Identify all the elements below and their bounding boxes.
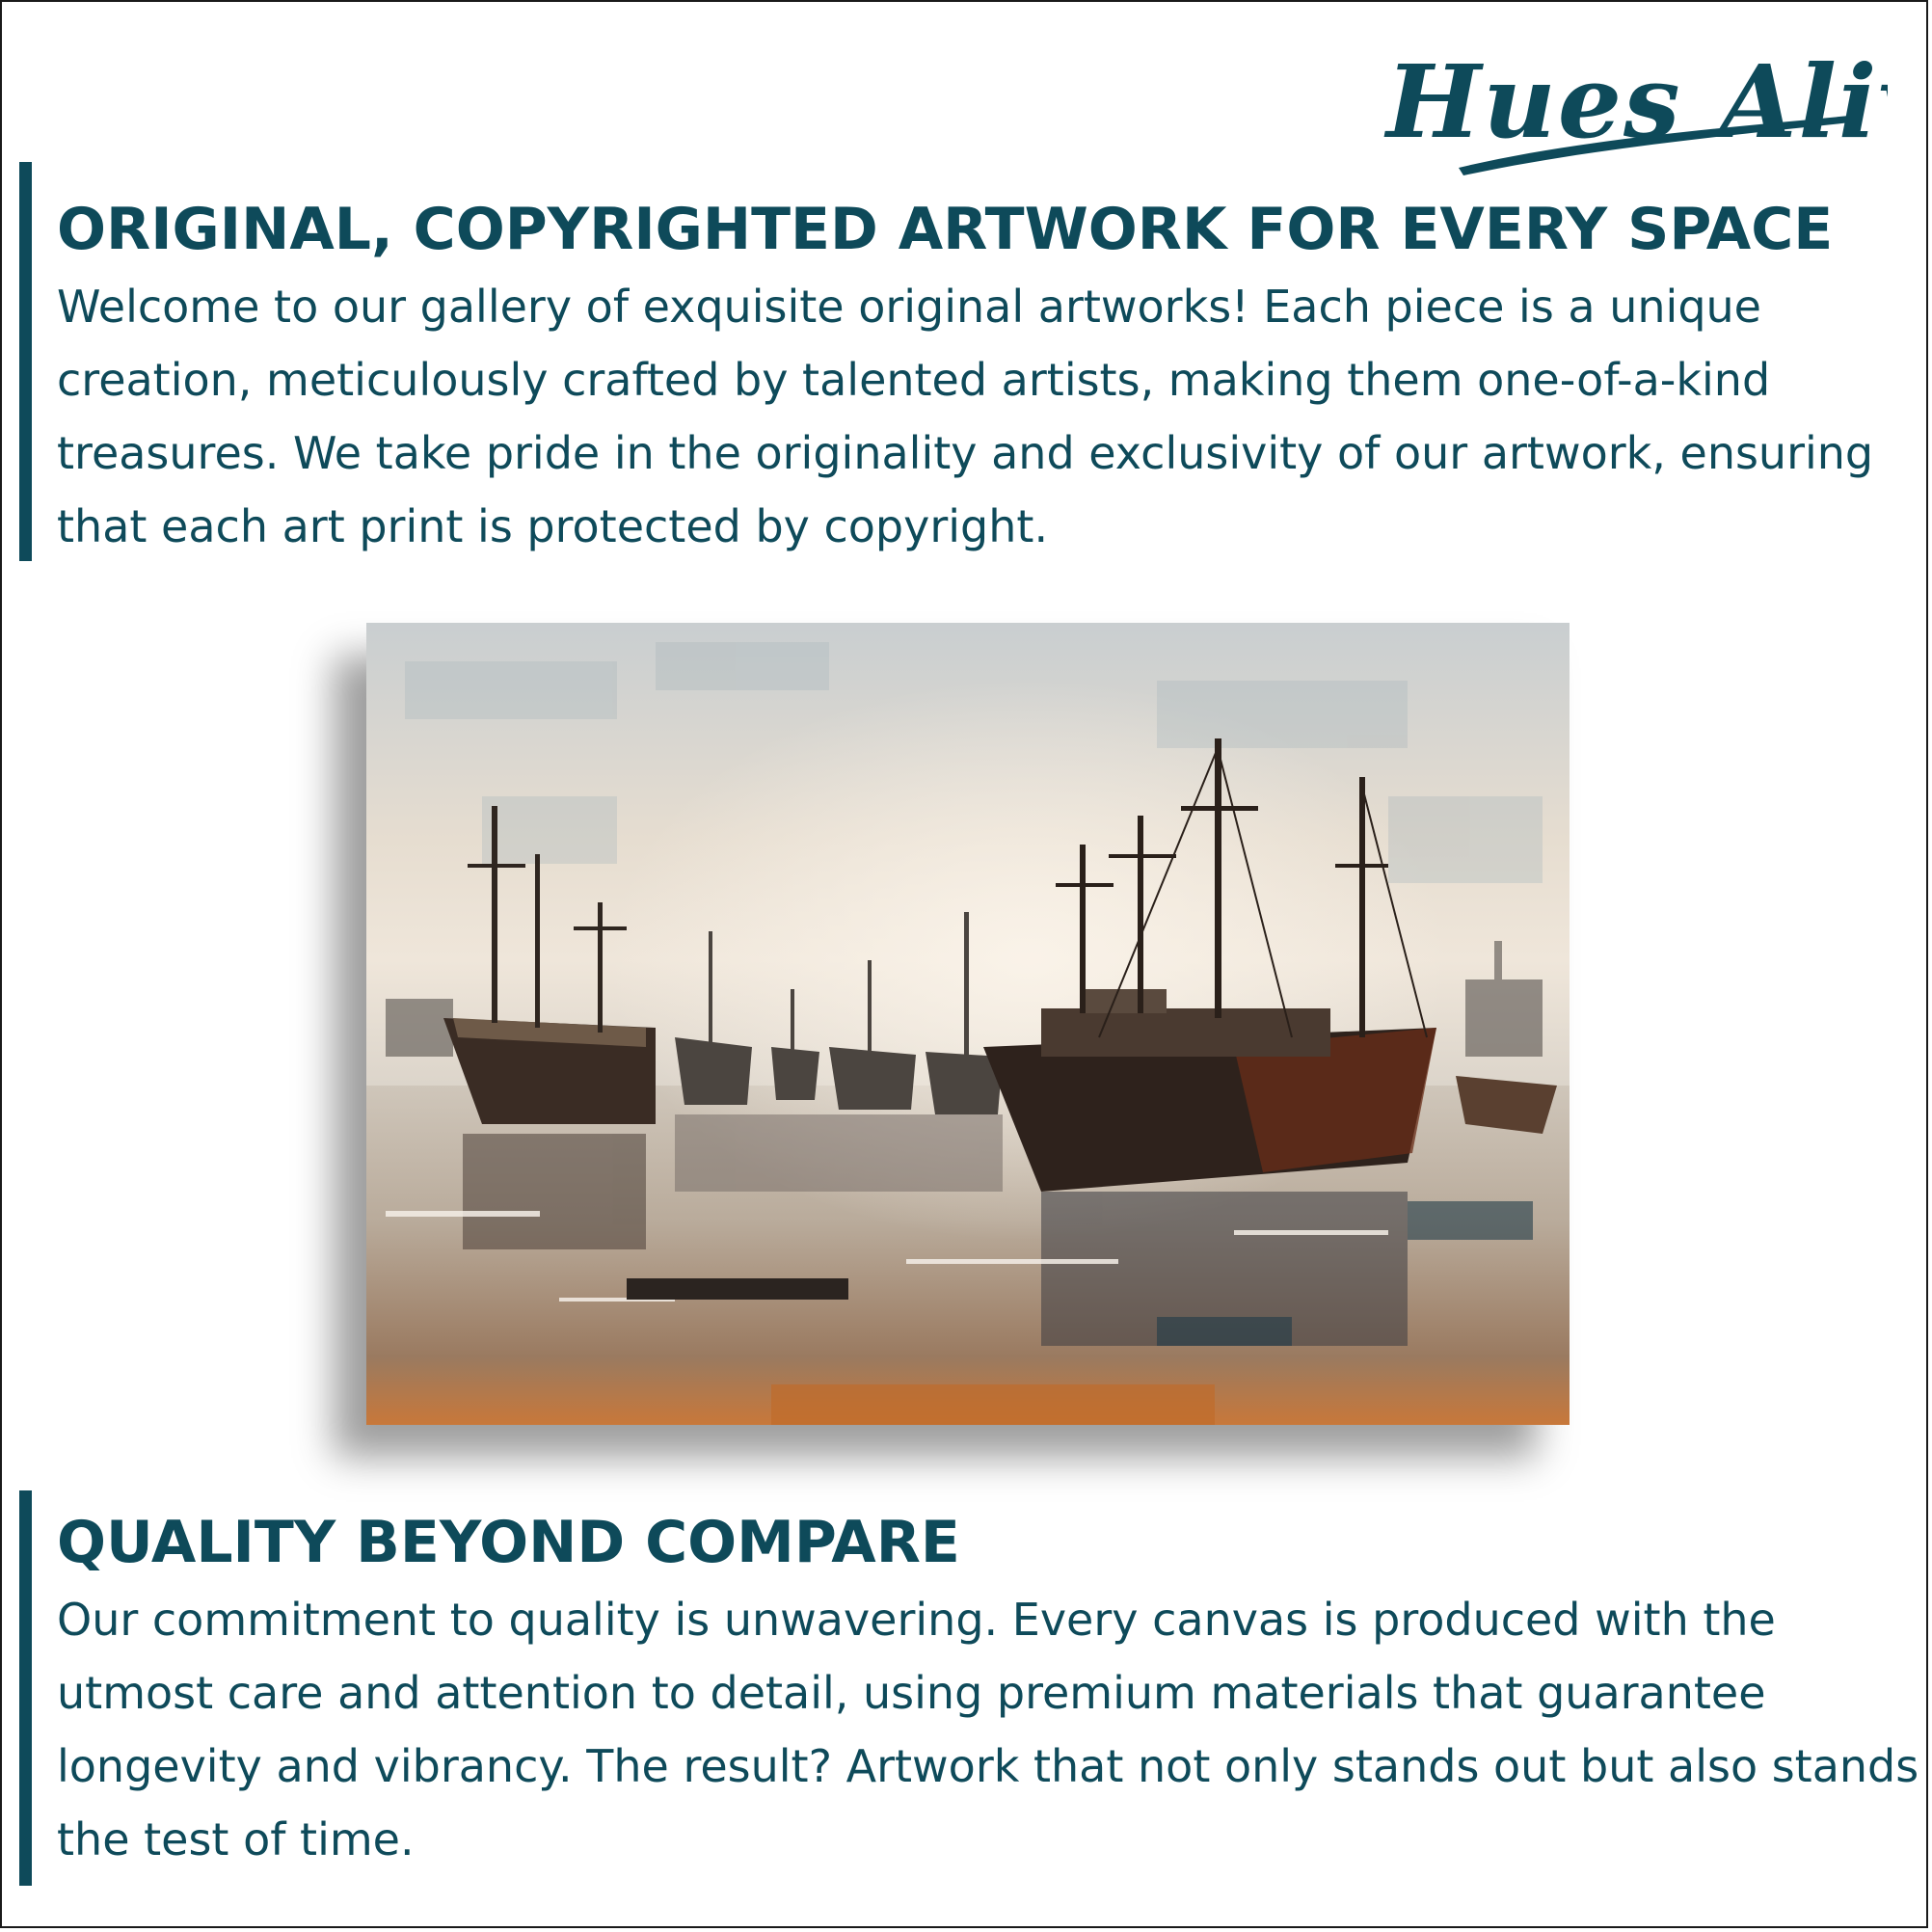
- page-frame: Hues Alive ORIGINAL, COPYRIGHTED ARTWORK…: [0, 0, 1928, 1928]
- artwork-image: [366, 623, 1570, 1425]
- section-body-copyright: Welcome to our gallery of exquisite orig…: [57, 281, 1874, 552]
- harbor-painting: [366, 623, 1570, 1425]
- section-heading-copyright: ORIGINAL, COPYRIGHTED ARTWORK FOR EVERY …: [57, 196, 1834, 263]
- section-body-quality: Our commitment to quality is unwavering.…: [57, 1594, 1919, 1865]
- section-heading-quality: QUALITY BEYOND COMPARE: [57, 1509, 960, 1576]
- quality-section: QUALITY BEYOND COMPARE Our commitment to…: [19, 1490, 1932, 1886]
- copyright-section: ORIGINAL, COPYRIGHTED ARTWORK FOR EVERY …: [19, 162, 1932, 561]
